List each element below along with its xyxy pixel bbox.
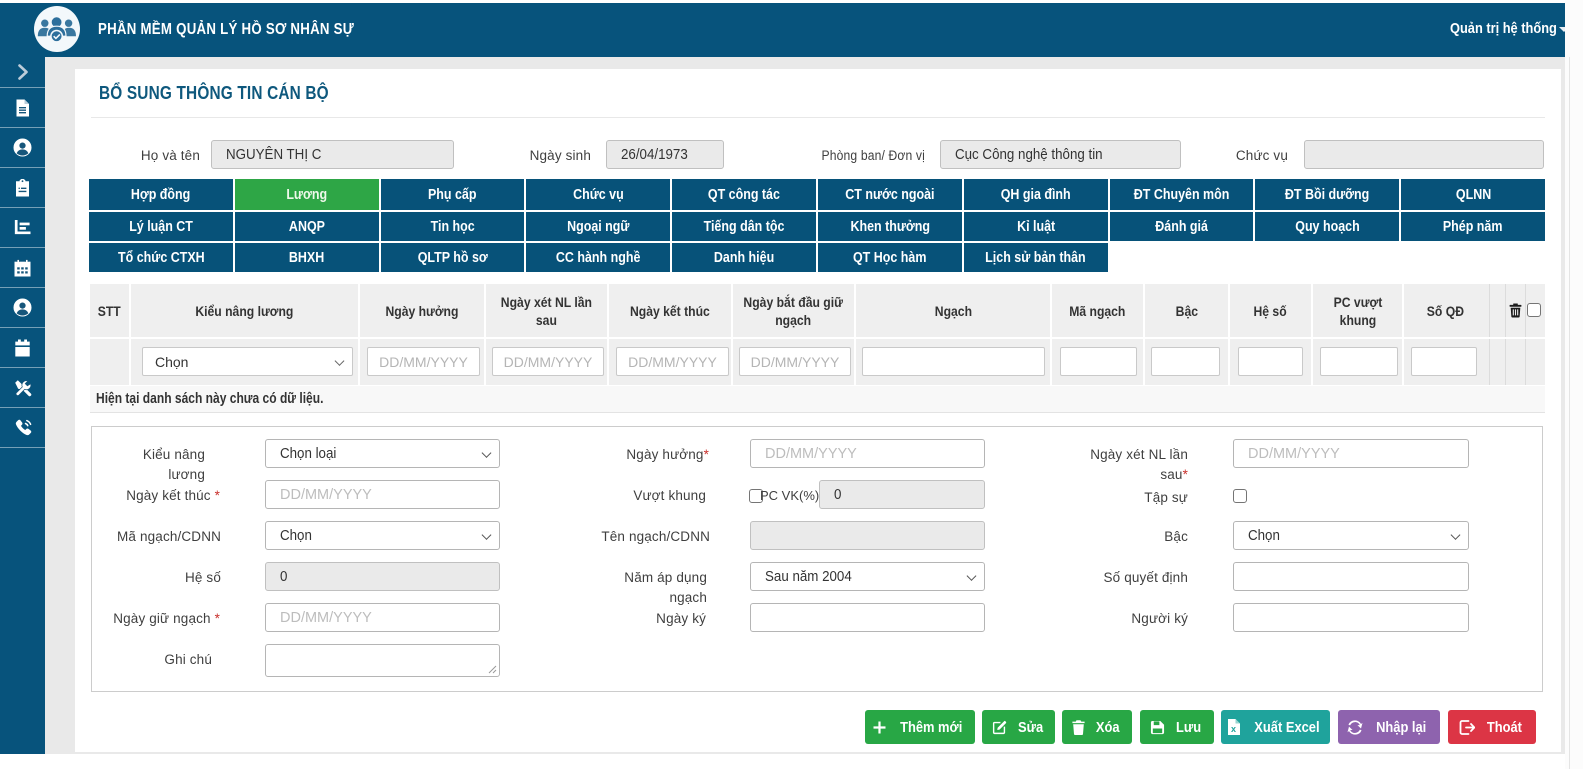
svg-text:x: x [1231, 724, 1236, 734]
